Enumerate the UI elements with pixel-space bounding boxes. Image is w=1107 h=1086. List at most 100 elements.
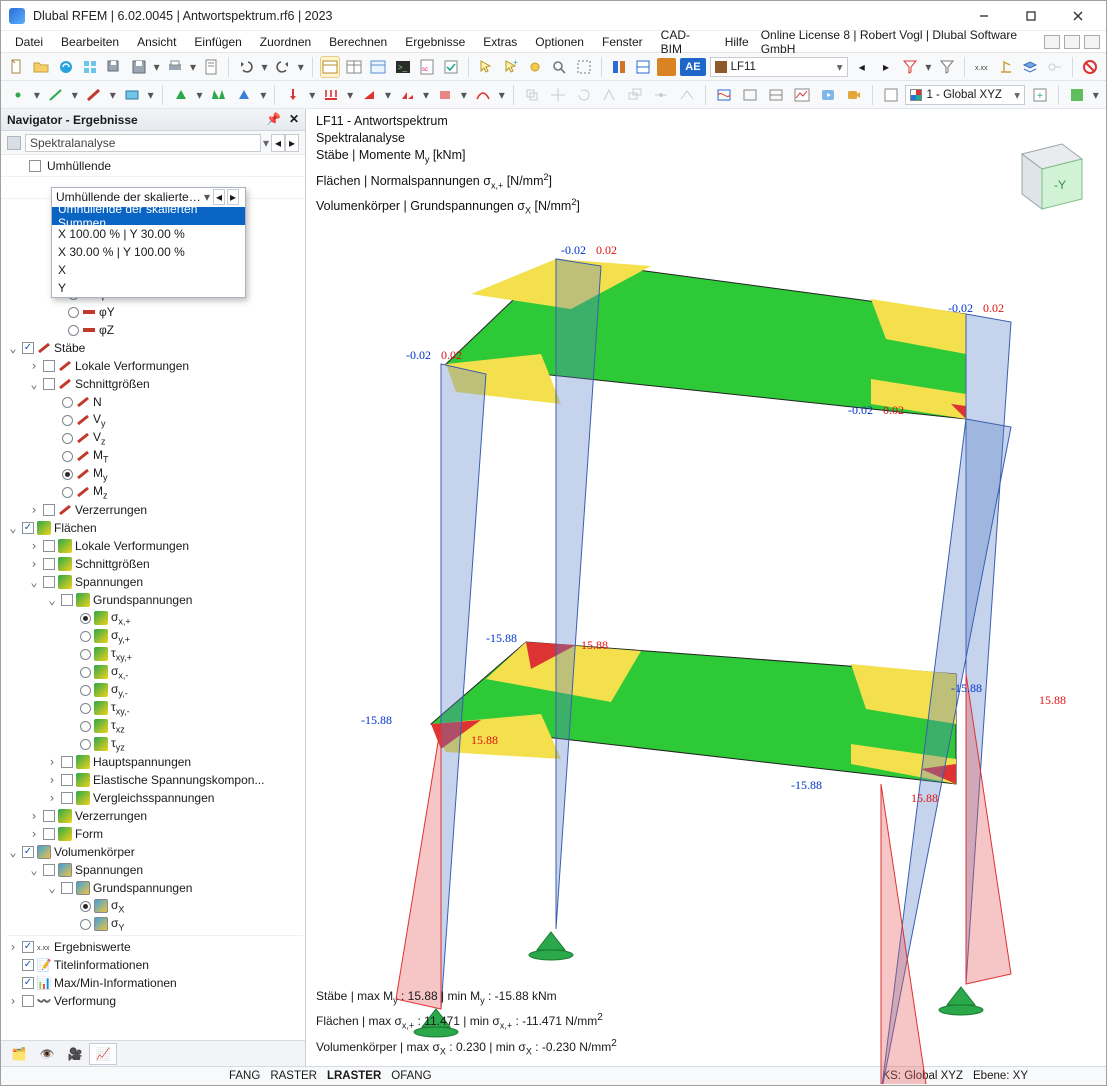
load-point-icon[interactable] — [282, 84, 304, 106]
save-dropdown[interactable]: ▾ — [153, 56, 161, 78]
rd-N[interactable] — [62, 397, 73, 408]
tw-mem-localdef[interactable]: › — [28, 359, 40, 373]
analysis-type-select[interactable]: Spektralanalyse — [25, 134, 261, 152]
tw-srf-elastic[interactable]: › — [46, 773, 58, 787]
load-line-icon[interactable] — [320, 84, 342, 106]
radio-phiy[interactable] — [68, 307, 79, 318]
envelope-option-2[interactable]: X 30.00 % | Y 100.00 % — [52, 243, 245, 261]
menu-datei[interactable]: Datei — [7, 33, 51, 51]
table-results-icon[interactable] — [368, 56, 388, 78]
menu-einfuegen[interactable]: Einfügen — [186, 33, 249, 51]
viewport[interactable]: LF11 - Antwortspektrum Spektralanalyse S… — [306, 109, 1106, 1066]
rd-tyz[interactable] — [80, 739, 91, 750]
menu-cad-bim[interactable]: CAD-BIM — [653, 26, 715, 58]
new-file-icon[interactable] — [7, 56, 27, 78]
support-line-icon[interactable] — [208, 84, 230, 106]
rd-Vy[interactable] — [62, 415, 73, 426]
analysis-prev-icon[interactable]: ◂ — [271, 134, 285, 152]
load-area-icon[interactable] — [434, 84, 456, 106]
crane-icon[interactable] — [996, 56, 1016, 78]
cancel-icon[interactable] — [1080, 56, 1100, 78]
menu-bearbeiten[interactable]: Bearbeiten — [53, 33, 127, 51]
ck-vol-stress[interactable] — [43, 864, 55, 876]
mirror-icon[interactable] — [599, 84, 621, 106]
tw-srf-intf[interactable]: › — [28, 557, 40, 571]
pin-icon[interactable]: 📌 — [266, 112, 281, 126]
sun-reset-icon[interactable] — [525, 56, 545, 78]
ck-deform[interactable] — [22, 995, 34, 1007]
tw-srf-equiv[interactable]: › — [46, 791, 58, 805]
radio-phiz[interactable] — [68, 325, 79, 336]
loadcase-manager-icon[interactable] — [609, 56, 629, 78]
ck-srf-strains2[interactable] — [43, 810, 55, 822]
member-dd[interactable]: ▾ — [109, 84, 117, 106]
ck-members[interactable] — [22, 342, 34, 354]
envelope-option-3[interactable]: X — [52, 261, 245, 279]
isolines-icon[interactable] — [765, 84, 787, 106]
filter-red-dropdown[interactable]: ▾ — [924, 56, 932, 78]
lc-next-icon[interactable]: ▸ — [876, 56, 896, 78]
status-raster[interactable]: RASTER — [270, 1070, 317, 1082]
tab-display-icon[interactable]: 👁️ — [33, 1043, 61, 1065]
menu-optionen[interactable]: Optionen — [527, 33, 592, 51]
rd-sx+[interactable] — [80, 613, 91, 624]
print-icon[interactable] — [165, 56, 185, 78]
minimize-button[interactable] — [961, 2, 1006, 30]
rd-txz[interactable] — [80, 721, 91, 732]
close-button[interactable] — [1055, 2, 1100, 30]
tw-vol-stress[interactable]: ⌄ — [28, 863, 40, 877]
sup1-dd[interactable]: ▾ — [196, 84, 204, 106]
redo-dropdown[interactable]: ▾ — [297, 56, 305, 78]
support-single-icon[interactable] — [170, 84, 192, 106]
tw-vol[interactable]: ⌄ — [7, 845, 19, 859]
coord-list-icon[interactable] — [880, 84, 902, 106]
results-on-icon[interactable] — [713, 84, 735, 106]
rotate-icon[interactable] — [573, 84, 595, 106]
load-free-icon[interactable] — [472, 84, 494, 106]
loads-dd[interactable]: ▾ — [422, 84, 430, 106]
ck-vol[interactable] — [22, 846, 34, 858]
tab-views-icon[interactable]: 🎥 — [61, 1043, 89, 1065]
rd-sx-[interactable] — [80, 667, 91, 678]
node-icon[interactable] — [7, 84, 29, 106]
envelope-option-4[interactable]: Y — [52, 279, 245, 297]
menu-hilfe[interactable]: Hilfe — [717, 33, 757, 51]
move-icon[interactable] — [547, 84, 569, 106]
tw-srf-localdef[interactable]: › — [28, 539, 40, 553]
loada-dd[interactable]: ▾ — [460, 84, 468, 106]
rd-SY[interactable] — [80, 919, 91, 930]
ck-maxmin[interactable] — [22, 977, 34, 989]
ck-mem-localdef[interactable] — [43, 360, 55, 372]
menu-fenster[interactable]: Fenster — [594, 33, 651, 51]
animate-icon[interactable] — [817, 84, 839, 106]
camera-icon[interactable] — [843, 84, 865, 106]
loadp-dd[interactable]: ▾ — [308, 84, 316, 106]
rd-My[interactable] — [62, 469, 73, 480]
model-check-icon[interactable] — [441, 56, 461, 78]
line-dd[interactable]: ▾ — [71, 84, 79, 106]
nav-cube[interactable]: -Y — [1002, 129, 1092, 219]
tw-srf-bs[interactable]: ⌄ — [46, 593, 58, 607]
loadcase-select[interactable]: LF11 ▾ — [710, 57, 848, 77]
menu-ansicht[interactable]: Ansicht — [129, 33, 184, 51]
copy-node-icon[interactable] — [521, 84, 543, 106]
maximize-button[interactable] — [1008, 2, 1053, 30]
section-box-icon[interactable] — [739, 84, 761, 106]
cloud-sync-icon[interactable] — [56, 56, 76, 78]
settings-green-dd[interactable]: ▾ — [1092, 84, 1100, 106]
ck-titleinfo[interactable] — [22, 959, 34, 971]
print-dropdown[interactable]: ▾ — [189, 56, 197, 78]
surface-icon[interactable] — [121, 84, 143, 106]
layers-icon[interactable] — [1020, 56, 1040, 78]
tw-srf-form[interactable]: › — [28, 827, 40, 841]
open-folder-icon[interactable] — [31, 56, 51, 78]
cursor-select-icon[interactable] — [476, 56, 496, 78]
mdi-min-icon[interactable] — [1044, 35, 1060, 49]
ck-srf-intf[interactable] — [43, 558, 55, 570]
menu-ergebnisse[interactable]: Ergebnisse — [397, 33, 473, 51]
menu-berechnen[interactable]: Berechnen — [321, 33, 395, 51]
tw-vol-bs[interactable]: ⌄ — [46, 881, 58, 895]
tw-srf-strains2[interactable]: › — [28, 809, 40, 823]
filter-red-icon[interactable] — [900, 56, 920, 78]
rd-txy+[interactable] — [80, 649, 91, 660]
